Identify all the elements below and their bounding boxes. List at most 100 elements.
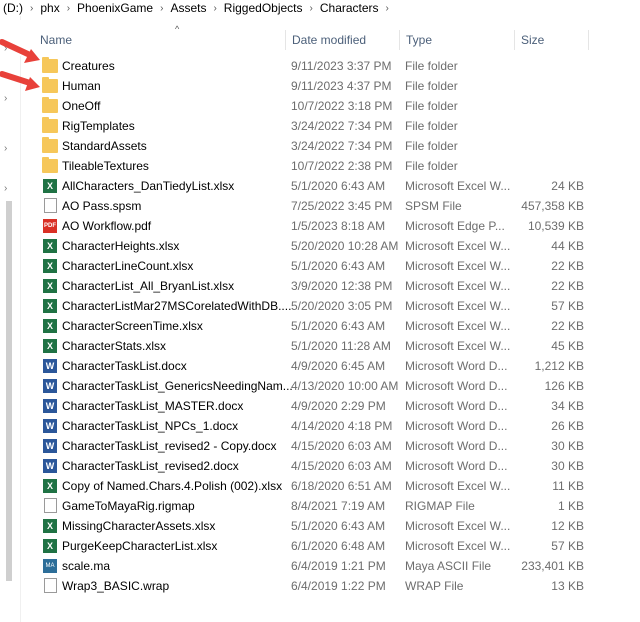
chevron-right-icon: › (309, 2, 313, 14)
file-name: CharacterTaskList_MASTER.docx (62, 399, 244, 413)
file-row[interactable]: W CharacterTaskList_revised2 - Copy.docx 4… (20, 436, 640, 456)
column-header-name[interactable]: Name (40, 30, 72, 50)
file-row[interactable]: X AllCharacters_DanTiedyList.xlsx 5/1/2020… (20, 176, 640, 196)
file-type: Microsoft Excel W... (405, 179, 511, 193)
file-row[interactable]: StandardAssets 3/24/2022 7:34 PM File fold… (20, 136, 640, 156)
file-row[interactable]: MA scale.ma 6/4/2019 1:21 PM Maya ASCII Fil… (20, 556, 640, 576)
file-date-modified: 6/1/2020 6:48 AM (291, 539, 386, 553)
excel-icon: X (43, 479, 57, 493)
vertical-scrollbar[interactable] (628, 20, 640, 622)
file-row[interactable]: W CharacterTaskList_MASTER.docx 4/9/2020 2… (20, 396, 640, 416)
breadcrumb-assets[interactable]: Assets (167, 1, 209, 15)
file-name: CharacterStats.xlsx (62, 339, 167, 353)
file-row[interactable]: Wrap3_BASIC.wrap 6/4/2019 1:22 PM WRAP Fil… (20, 576, 640, 596)
file-name: Copy of Named.Chars.4.Polish (002).xlsx (62, 479, 283, 493)
file-icon (44, 578, 57, 593)
file-date-modified: 6/4/2019 1:21 PM (291, 559, 386, 573)
file-row[interactable]: Creatures 9/11/2023 3:37 PM File folder (20, 56, 640, 76)
chevron-right-icon[interactable]: › (4, 143, 14, 154)
file-size: 44 KB (551, 239, 584, 253)
file-row[interactable]: W CharacterTaskList_NPCs_1.docx 4/14/2020 … (20, 416, 640, 436)
file-row[interactable]: W CharacterTaskList.docx 4/9/2020 6:45 AM M… (20, 356, 640, 376)
file-type: Microsoft Word D... (405, 359, 508, 373)
file-type: RIGMAP File (405, 499, 475, 513)
breadcrumb-riggedobjects[interactable]: RiggedObjects (221, 1, 306, 15)
file-type: SPSM File (405, 199, 462, 213)
file-row[interactable]: X CharacterListMar27MSCorelatedWithDB....… (20, 296, 640, 316)
file-name: PurgeKeepCharacterList.xlsx (62, 539, 218, 553)
file-type: Microsoft Edge P... (405, 219, 505, 233)
file-size: 57 KB (551, 299, 584, 313)
file-size (514, 156, 584, 176)
file-row[interactable]: RigTemplates 3/24/2022 7:34 PM File folder (20, 116, 640, 136)
file-row[interactable]: OneOff 10/7/2022 3:18 PM File folder (20, 96, 640, 116)
file-date-modified: 4/9/2020 6:45 AM (291, 359, 386, 373)
file-size: 30 KB (551, 459, 584, 473)
excel-icon: X (43, 259, 57, 273)
file-row[interactable]: GameToMayaRig.rigmap 8/4/2021 7:19 AM RIGM… (20, 496, 640, 516)
file-date-modified: 9/11/2023 4:37 PM (291, 79, 392, 93)
file-type: Microsoft Excel W... (405, 539, 511, 553)
file-date-modified: 8/4/2021 7:19 AM (291, 499, 386, 513)
column-header-date[interactable]: Date modified (285, 30, 366, 50)
file-date-modified: 9/11/2023 3:37 PM (291, 59, 392, 73)
file-date-modified: 5/1/2020 6:43 AM (291, 319, 386, 333)
file-size: 126 KB (544, 379, 584, 393)
file-row[interactable]: X CharacterScreenTime.xlsx 5/1/2020 6:43 A… (20, 316, 640, 336)
file-row[interactable]: TileableTextures 10/7/2022 2:38 PM File fo… (20, 156, 640, 176)
file-size: 24 KB (551, 179, 584, 193)
file-name: TileableTextures (62, 159, 149, 173)
chevron-right-icon[interactable]: › (4, 93, 14, 104)
file-row[interactable]: X CharacterStats.xlsx 5/1/2020 11:28 AM Mic… (20, 336, 640, 356)
navigation-scrollbar-thumb[interactable] (6, 201, 12, 581)
file-type: Microsoft Word D... (405, 379, 508, 393)
file-row[interactable]: W CharacterTaskList_revised2.docx 4/15/202… (20, 456, 640, 476)
excel-icon: X (43, 519, 57, 533)
file-row[interactable]: Human 9/11/2023 4:37 PM File folder (20, 76, 640, 96)
breadcrumb-drive[interactable]: (D:) (0, 1, 26, 15)
file-size: 22 KB (551, 279, 584, 293)
file-size: 1,212 KB (534, 359, 584, 373)
file-size: 1 KB (557, 499, 584, 513)
file-date-modified: 4/15/2020 6:03 AM (291, 439, 392, 453)
chevron-right-icon[interactable]: › (4, 183, 14, 194)
file-name: scale.ma (62, 559, 111, 573)
file-size: 457,358 KB (521, 199, 584, 213)
file-row[interactable]: W CharacterTaskList_GenericsNeedingNam...… (20, 376, 640, 396)
file-date-modified: 10/7/2022 3:18 PM (291, 99, 393, 113)
file-row[interactable]: X Copy of Named.Chars.4.Polish (002).xlsx… (20, 476, 640, 496)
folder-icon (42, 97, 58, 113)
file-name: CharacterTaskList_revised2 - Copy.docx (62, 439, 277, 453)
file-row[interactable]: AO Pass.spsm 7/25/2022 3:45 PM SPSM File 45… (20, 196, 640, 216)
file-name: CharacterLineCount.xlsx (62, 259, 194, 273)
file-name: CharacterHeights.xlsx (62, 239, 180, 253)
file-date-modified: 1/5/2023 8:18 AM (291, 219, 386, 233)
file-row[interactable]: PDF AO Workflow.pdf 1/5/2023 8:18 AM Micros… (20, 216, 640, 236)
column-header-divider[interactable] (588, 30, 595, 50)
file-row[interactable]: X CharacterLineCount.xlsx 5/1/2020 6:43 AM… (20, 256, 640, 276)
file-name: CharacterTaskList_GenericsNeedingNam... (62, 379, 293, 393)
navigation-pane: › › › › (0, 16, 21, 622)
annotation-arrow (0, 71, 40, 91)
file-size (514, 116, 584, 136)
column-header-type[interactable]: Type (399, 30, 432, 50)
column-header-size[interactable]: Size (514, 30, 544, 50)
breadcrumb-phx[interactable]: phx (37, 1, 62, 15)
folder-icon (42, 57, 58, 73)
file-size: 34 KB (551, 399, 584, 413)
word-icon: W (43, 379, 57, 393)
file-size (514, 136, 584, 156)
file-row[interactable]: X PurgeKeepCharacterList.xlsx 6/1/2020 6:4… (20, 536, 640, 556)
chevron-right-icon: › (385, 2, 389, 14)
breadcrumb-characters[interactable]: Characters (317, 1, 382, 15)
excel-icon: X (43, 299, 57, 313)
file-row[interactable]: X MissingCharacterAssets.xlsx 5/1/2020 6:4… (20, 516, 640, 536)
file-row[interactable]: X CharacterList_All_BryanList.xlsx 3/9/202… (20, 276, 640, 296)
file-date-modified: 3/9/2020 12:38 PM (291, 279, 393, 293)
file-name: CharacterTaskList_revised2.docx (62, 459, 239, 473)
breadcrumb-phoenixgame[interactable]: PhoenixGame (74, 1, 156, 15)
file-type: Microsoft Excel W... (405, 519, 511, 533)
file-name: GameToMayaRig.rigmap (62, 499, 195, 513)
file-row[interactable]: X CharacterHeights.xlsx 5/20/2020 10:28 AM… (20, 236, 640, 256)
file-name: CharacterList_All_BryanList.xlsx (62, 279, 235, 293)
